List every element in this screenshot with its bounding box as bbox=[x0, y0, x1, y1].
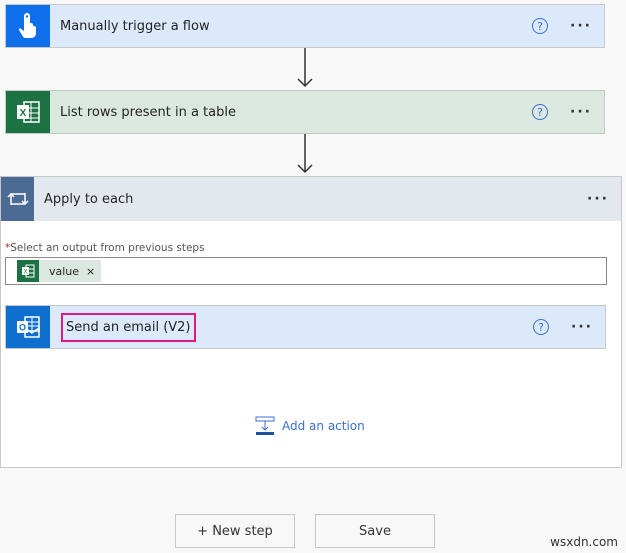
arrow-down-icon bbox=[297, 134, 313, 174]
help-icon[interactable]: ? bbox=[533, 319, 550, 335]
excel-icon: X bbox=[17, 260, 39, 282]
help-icon[interactable]: ? bbox=[532, 18, 549, 34]
svg-text:X: X bbox=[23, 270, 27, 276]
step-title: List rows present in a table bbox=[60, 104, 236, 120]
excel-icon: X bbox=[6, 91, 50, 133]
token-label: value bbox=[49, 264, 80, 278]
add-action-icon bbox=[255, 416, 275, 435]
more-options-icon[interactable]: ··· bbox=[570, 105, 592, 119]
hand-touch-icon bbox=[6, 5, 50, 47]
add-action-button[interactable]: Add an action bbox=[254, 415, 365, 437]
apply-to-each-card: Apply to each ··· *Select an output from… bbox=[0, 176, 622, 468]
field-label-text: Select an output from previous steps bbox=[10, 242, 205, 254]
arrow-down-icon bbox=[297, 48, 313, 88]
svg-text:X: X bbox=[20, 108, 27, 119]
send-email-step-card[interactable]: O Send an email (V2) ? ··· bbox=[5, 305, 606, 349]
more-options-icon[interactable]: ··· bbox=[587, 192, 609, 206]
list-rows-step-card[interactable]: X List rows present in a table ? ··· bbox=[5, 90, 605, 134]
new-step-button[interactable]: + New step bbox=[175, 514, 295, 548]
field-label: *Select an output from previous steps bbox=[5, 242, 205, 254]
trigger-step-card[interactable]: Manually trigger a flow ? ··· bbox=[5, 4, 605, 48]
step-title: Apply to each bbox=[44, 191, 134, 207]
value-token[interactable]: X value × bbox=[17, 260, 101, 282]
svg-text:O: O bbox=[19, 323, 26, 333]
remove-token-icon[interactable]: × bbox=[86, 265, 95, 278]
loop-icon bbox=[1, 177, 34, 221]
help-icon[interactable]: ? bbox=[532, 104, 549, 120]
step-title-highlighted: Send an email (V2) bbox=[61, 312, 196, 342]
watermark: wsxdn.com bbox=[550, 535, 618, 549]
output-select-input[interactable]: X value × bbox=[5, 257, 607, 285]
apply-to-each-header[interactable]: Apply to each ··· bbox=[1, 177, 621, 221]
more-options-icon[interactable]: ··· bbox=[570, 19, 592, 33]
step-title: Manually trigger a flow bbox=[60, 18, 210, 34]
add-action-label: Add an action bbox=[282, 419, 365, 433]
step-title-wrap: Send an email (V2) bbox=[50, 312, 533, 342]
save-button[interactable]: Save bbox=[315, 514, 435, 548]
outlook-icon: O bbox=[6, 306, 50, 348]
more-options-icon[interactable]: ··· bbox=[571, 320, 593, 334]
